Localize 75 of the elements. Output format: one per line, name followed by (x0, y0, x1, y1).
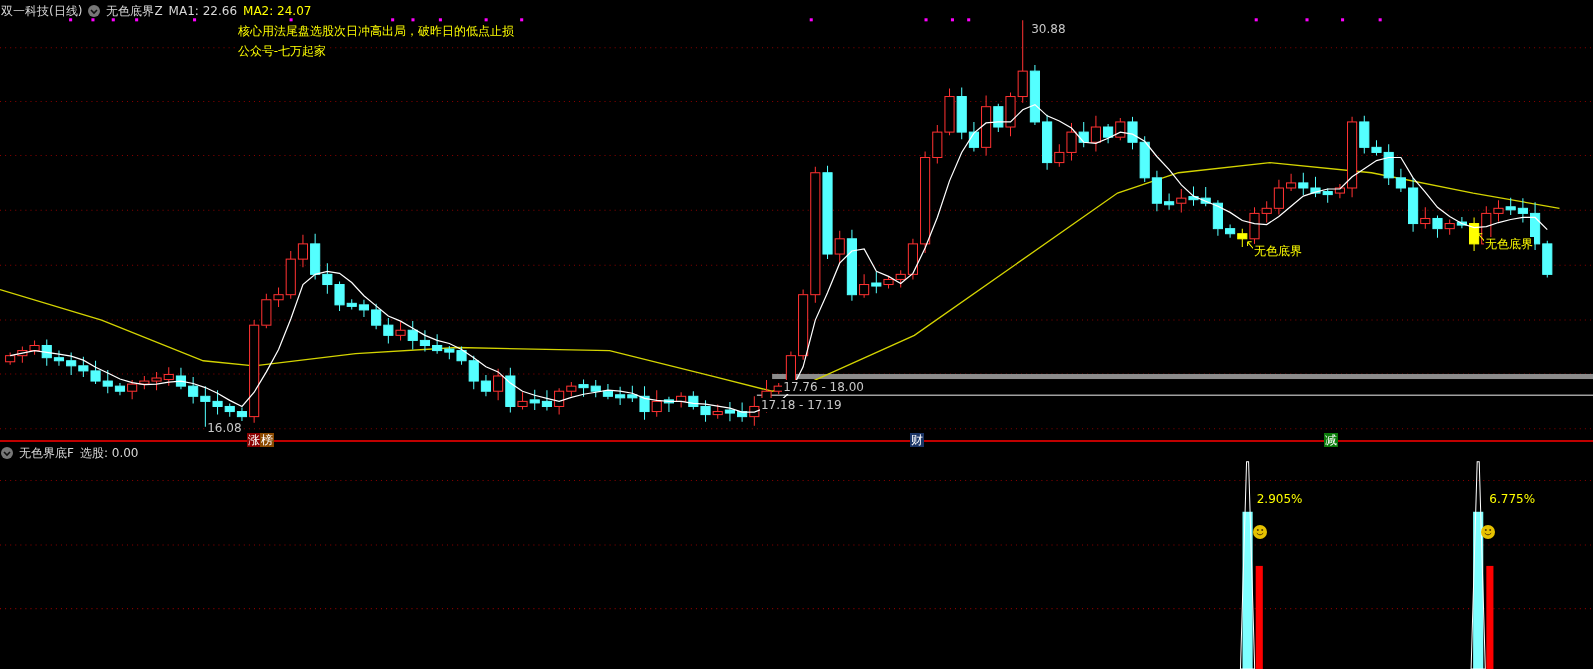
price-label: 16.08 (206, 420, 243, 435)
candlestick (1115, 117, 1126, 141)
candlestick (78, 356, 89, 378)
smiley-icon (1252, 525, 1267, 539)
candlestick (1322, 188, 1333, 204)
candlestick (615, 386, 626, 406)
note-text: 核心用法尾盘选股次日冲高出局，破昨日的低点止损 (236, 24, 515, 38)
candlestick (1176, 188, 1187, 213)
candlestick (151, 371, 162, 391)
candlestick (1505, 197, 1516, 216)
note-text: 公众号-七万起家 (236, 44, 328, 58)
candlestick (1334, 183, 1345, 199)
candlestick (5, 352, 16, 366)
candlestick (944, 87, 955, 136)
candlestick (676, 391, 687, 408)
candlestick (602, 383, 613, 400)
arrow-icon (1247, 241, 1255, 250)
candlestick (578, 379, 589, 398)
candlestick (1530, 201, 1541, 251)
candlestick (493, 368, 504, 401)
candlestick (371, 303, 382, 330)
candlestick (419, 329, 430, 353)
candlestick (383, 317, 394, 344)
smiley-icon (1481, 525, 1496, 539)
candlestick (1188, 185, 1199, 207)
candlestick (1456, 216, 1467, 229)
dropdown-icon[interactable] (88, 5, 101, 17)
candlestick (1286, 173, 1297, 192)
dropdown-icon[interactable] (1, 447, 13, 459)
candlestick (175, 367, 187, 390)
candlestick (163, 366, 174, 387)
candlestick (688, 390, 699, 411)
candlestick (1127, 116, 1138, 150)
candlestick (700, 399, 711, 423)
stock-title: 双一科技(日线) (1, 2, 83, 20)
candlestick (859, 273, 870, 299)
signal-label: 无色底界 (1484, 236, 1535, 251)
candlestick (529, 389, 540, 411)
candlestick (1310, 176, 1321, 198)
candlestick (310, 233, 321, 280)
selection-reading: 选股: 0.00 (79, 444, 139, 462)
percent-label: 2.905% (1255, 492, 1304, 506)
candlestick (1542, 240, 1553, 278)
event-tag: 减 (1323, 432, 1338, 447)
candlestick (541, 389, 552, 412)
ma1-reading: MA1: 22.66 (168, 4, 238, 18)
arrow-icon (1477, 233, 1485, 242)
candlestick (1517, 197, 1528, 224)
price-label: 17.18 - 17.19 (759, 398, 843, 413)
candlestick (590, 379, 601, 398)
indicator-name: 无色底界Z (106, 2, 163, 20)
candlestick (90, 360, 101, 385)
candlestick (1090, 115, 1101, 152)
ma2-reading: MA2: 24.07 (243, 4, 312, 18)
candlestick (17, 346, 28, 364)
candlestick (1298, 172, 1309, 196)
candlestick (1164, 193, 1175, 211)
candlestick (1029, 64, 1040, 126)
event-tag: 涨 (246, 432, 261, 447)
candlestick (139, 375, 150, 390)
indicator-name: 无色界底F (19, 444, 74, 462)
candlestick (1103, 123, 1114, 144)
candlestick (322, 262, 333, 295)
price-label: 17.76 - 18.00 (782, 379, 865, 394)
candlestick (1469, 216, 1480, 252)
event-tag: 财 (910, 432, 925, 447)
percent-label: 6.775% (1488, 492, 1537, 506)
candlestick (1139, 135, 1150, 183)
event-tag: 榜 (260, 432, 275, 447)
candlestick (712, 403, 723, 420)
signal-label: 无色底界 (1252, 243, 1303, 258)
candlestick (724, 401, 735, 422)
candlestick (1225, 224, 1236, 239)
candlestick (66, 352, 77, 376)
candlestick (1151, 170, 1162, 212)
